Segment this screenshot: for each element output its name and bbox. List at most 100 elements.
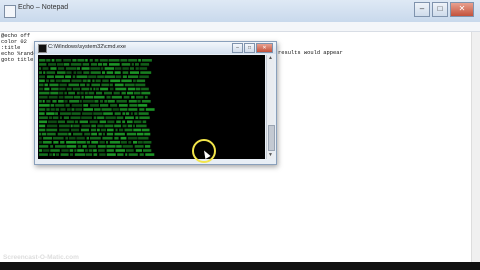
- console-glyph-run: [140, 63, 150, 66]
- console-glyph-run: [42, 141, 52, 144]
- scroll-down-arrow-icon[interactable]: ▼: [267, 152, 274, 159]
- console-glyph-run: [104, 75, 116, 78]
- console-glyph-run: [113, 91, 120, 95]
- console-glyph-run: [72, 75, 76, 78]
- console-glyph-run: [52, 136, 64, 140]
- notepad-menubar[interactable]: [0, 22, 480, 32]
- close-button[interactable]: ✕: [450, 2, 474, 17]
- minimize-button[interactable]: –: [414, 2, 430, 17]
- console-glyph-run: [64, 95, 73, 99]
- console-glyph-run: [90, 136, 101, 140]
- cmd-close-button[interactable]: ✕: [256, 43, 273, 53]
- console-glyph-run: [81, 87, 90, 91]
- console-glyph-run: [90, 128, 96, 132]
- console-glyph-run: [79, 100, 82, 103]
- console-glyph-run: [114, 112, 121, 115]
- console-glyph-run: [77, 149, 84, 152]
- console-glyph-run: [39, 59, 46, 62]
- console-glyph-run: [120, 136, 127, 140]
- console-glyph-run: [82, 79, 87, 83]
- console-glyph-run: [39, 145, 49, 148]
- console-glyph-run: [109, 63, 120, 66]
- console-glyph-run: [68, 136, 76, 140]
- notepad-titlebar[interactable]: Echo – Notepad – □ ✕: [0, 0, 480, 23]
- console-glyph-run: [42, 67, 49, 70]
- console-glyph-run: [71, 112, 81, 115]
- console-glyph-run: [50, 67, 57, 70]
- scroll-thumb[interactable]: [268, 125, 275, 151]
- console-glyph-run: [66, 87, 72, 91]
- console-glyph-run: [100, 104, 109, 107]
- console-glyph-run: [128, 59, 138, 62]
- console-glyph-run: [131, 95, 135, 99]
- console-glyph-run: [116, 120, 121, 124]
- console-glyph-run: [39, 120, 48, 124]
- console-glyph-run: [82, 145, 87, 148]
- console-glyph-run: [135, 63, 139, 66]
- console-glyph-run: [59, 91, 64, 95]
- console-glyph-run: [107, 100, 115, 103]
- console-glyph-run: [88, 149, 93, 152]
- console-glyph-run: [122, 124, 127, 128]
- console-glyph-run: [68, 132, 72, 136]
- console-glyph-run: [43, 149, 50, 152]
- console-glyph-run: [99, 141, 105, 144]
- console-glyph-run: [60, 112, 71, 115]
- console-glyph-run: [77, 71, 82, 74]
- console-glyph-run: [134, 145, 144, 148]
- console-glyph-run: [121, 79, 132, 83]
- console-glyph-run: [42, 100, 45, 103]
- console-glyph-run: [125, 149, 134, 152]
- console-glyph-run: [80, 128, 89, 132]
- console-glyph-run: [85, 59, 88, 62]
- console-glyph-run: [144, 132, 151, 136]
- console-glyph-run: [46, 128, 58, 132]
- console-glyph-run: [39, 91, 50, 95]
- cmd-minimize-button[interactable]: –: [232, 43, 243, 53]
- console-glyph-run: [121, 91, 126, 95]
- console-glyph-run: [119, 108, 128, 111]
- cmd-console[interactable]: [38, 55, 265, 159]
- console-glyph-run: [107, 128, 114, 132]
- console-glyph-run: [86, 136, 89, 140]
- console-glyph-run: [56, 153, 59, 156]
- console-glyph-run: [93, 149, 97, 152]
- cmd-scrollbar[interactable]: ▲ ▼: [266, 55, 275, 159]
- scroll-up-arrow-icon[interactable]: ▲: [267, 55, 274, 62]
- console-glyph-run: [52, 116, 59, 119]
- console-glyph-run: [81, 67, 90, 70]
- console-glyph-run: [144, 145, 151, 148]
- console-glyph-run: [112, 108, 119, 111]
- console-glyph-run: [52, 100, 57, 103]
- maximize-button[interactable]: □: [432, 2, 448, 17]
- console-glyph-run: [60, 141, 65, 144]
- console-glyph-run: [76, 91, 80, 95]
- cmd-titlebar[interactable]: C:\Windows\system32\cmd.exe – □ ✕: [35, 42, 276, 54]
- console-glyph-run: [74, 120, 79, 124]
- console-glyph-run: [63, 59, 72, 62]
- console-glyph-run: [93, 112, 103, 115]
- console-glyph-run: [55, 112, 58, 115]
- console-glyph-run: [91, 141, 99, 144]
- console-glyph-run: [117, 153, 124, 156]
- console-glyph-run: [70, 124, 73, 128]
- console-glyph-run: [39, 141, 42, 144]
- console-glyph-run: [55, 59, 62, 62]
- console-glyph-run: [103, 112, 113, 115]
- console-glyph-run: [55, 145, 66, 148]
- console-glyph-run: [94, 108, 101, 111]
- console-glyph-run: [39, 87, 44, 91]
- console-glyph-run: [136, 124, 147, 128]
- console-glyph-run: [131, 63, 134, 66]
- cmd-maximize-button[interactable]: □: [244, 43, 255, 53]
- notepad-scrollbar[interactable]: [471, 32, 480, 262]
- cmd-window[interactable]: C:\Windows\system32\cmd.exe – □ ✕ ▲ ▼: [34, 41, 277, 165]
- console-glyph-run: [93, 95, 105, 99]
- console-glyph-run: [133, 91, 141, 95]
- console-glyph-run: [114, 67, 122, 70]
- console-glyph-run: [94, 100, 99, 103]
- console-glyph-run: [58, 67, 65, 70]
- console-glyph-run: [110, 104, 118, 107]
- console-glyph-run: [91, 132, 97, 136]
- console-glyph-run: [135, 87, 141, 91]
